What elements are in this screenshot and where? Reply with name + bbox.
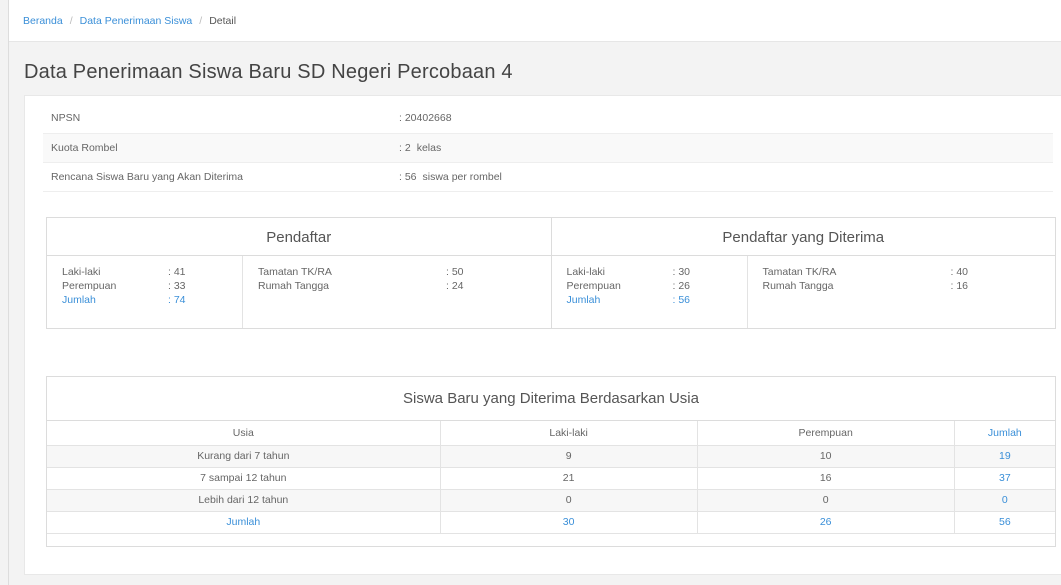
diterima-rumah-row: Rumah Tangga : 16 xyxy=(763,280,1056,294)
age-cell: 7 sampai 12 tahun xyxy=(47,467,441,490)
info-row-kuota: Kuota Rombel : 2 kelas xyxy=(43,133,1053,163)
pendaftar-tamatan-label: Tamatan TK/RA xyxy=(258,266,332,278)
kuota-value: : 2 xyxy=(399,141,411,154)
content-box: NPSN : 20402668 Kuota Rombel : 2 kelas Re… xyxy=(24,95,1061,575)
perempuan-cell: 0 xyxy=(697,489,955,512)
age-table: Usia Laki-laki Perempuan Jumlah Kurang d… xyxy=(47,421,1055,534)
pendaftar-gender-col: Laki-laki : 41 Perempuan : 33 Jumlah : 74 xyxy=(47,256,243,328)
age-cell: Lebih dari 12 tahun xyxy=(47,489,441,512)
diterima-tamatan-label: Tamatan TK/RA xyxy=(762,266,837,278)
pendaftar-perempuan-row: Perempuan : 33 xyxy=(62,280,242,294)
diterima-rumah-label: Rumah Tangga xyxy=(762,280,834,292)
jumlah-cell: 19 xyxy=(954,445,1055,468)
table-row: Kurang dari 7 tahun 9 10 19 xyxy=(47,445,1055,468)
page-frame: Beranda / Data Penerimaan Siswa / Detail Dat… xyxy=(8,0,1061,585)
header-perempuan: Perempuan xyxy=(697,421,955,446)
school-info-table: NPSN : 20402668 Kuota Rombel : 2 kelas Re… xyxy=(43,104,1053,192)
diterima-jumlah-row: Jumlah : 56 xyxy=(567,294,747,308)
pendaftar-section: Pendaftar Laki-laki : 41 Perempuan : 33 Ju… xyxy=(47,218,551,328)
pendaftar-origin-col: Tamatan TK/RA : 50 Rumah Tangga : 24 xyxy=(243,256,551,328)
total-label-cell: Jumlah xyxy=(47,511,441,534)
pendaftar-tamatan-row: Tamatan TK/RA : 50 xyxy=(258,266,551,280)
diterima-jumlah-label: Jumlah xyxy=(566,294,601,306)
diterima-tamatan-row: Tamatan TK/RA : 40 xyxy=(763,266,1056,280)
pendaftar-laki-row: Laki-laki : 41 xyxy=(62,266,242,280)
breadcrumb-separator: / xyxy=(199,15,203,27)
perempuan-cell: 16 xyxy=(697,467,955,490)
rencana-unit: siswa per rombel xyxy=(422,170,502,183)
kuota-label: Kuota Rombel xyxy=(43,133,399,163)
header-laki: Laki-laki xyxy=(440,421,698,446)
diterima-rumah-value: : 16 xyxy=(950,280,969,292)
pendaftar-rumah-row: Rumah Tangga : 24 xyxy=(258,280,551,294)
age-cell: Kurang dari 7 tahun xyxy=(47,445,441,468)
pendaftar-laki-value: : 41 xyxy=(168,266,186,278)
diterima-title: Pendaftar yang Diterima xyxy=(551,218,1055,256)
total-jumlah-cell: 56 xyxy=(954,511,1055,534)
rencana-value: : 56 xyxy=(399,170,417,183)
table-row-total: Jumlah 30 26 56 xyxy=(47,511,1055,534)
diterima-gender-col: Laki-laki : 30 Perempuan : 26 Jumlah : 56 xyxy=(552,256,748,328)
age-table-title: Siswa Baru yang Diterima Berdasarkan Usi… xyxy=(47,377,1055,421)
pendaftar-perempuan-value: : 33 xyxy=(168,280,186,292)
kuota-unit: kelas xyxy=(416,141,442,154)
info-row-npsn: NPSN : 20402668 xyxy=(43,104,1053,134)
diterima-laki-row: Laki-laki : 30 xyxy=(567,266,747,280)
age-table-header: Usia Laki-laki Perempuan Jumlah xyxy=(47,421,1055,446)
npsn-value: : 20402668 xyxy=(399,104,1053,134)
page-title: Data Penerimaan Siswa Baru SD Negeri Per… xyxy=(24,61,513,83)
table-row: 7 sampai 12 tahun 21 16 37 xyxy=(47,467,1055,490)
perempuan-cell: 10 xyxy=(697,445,955,468)
rencana-cell: : 56 siswa per rombel xyxy=(399,162,1053,192)
diterima-perempuan-row: Perempuan : 26 xyxy=(567,280,747,294)
pendaftar-rumah-value: : 24 xyxy=(446,280,464,292)
jumlah-cell: 0 xyxy=(954,489,1055,512)
laki-cell: 9 xyxy=(440,445,698,468)
pendaftar-rumah-label: Rumah Tangga xyxy=(258,280,330,292)
diterima-jumlah-value: : 56 xyxy=(672,294,691,306)
jumlah-cell: 37 xyxy=(954,467,1055,490)
diterima-section: Pendaftar yang Diterima Laki-laki : 30 Pe… xyxy=(550,218,1056,328)
breadcrumb-home-link[interactable]: Beranda xyxy=(23,15,63,27)
age-section: Siswa Baru yang Diterima Berdasarkan Usi… xyxy=(46,376,1056,547)
header-usia: Usia xyxy=(47,421,441,446)
pendaftar-laki-label: Laki-laki xyxy=(62,266,101,278)
diterima-tamatan-value: : 40 xyxy=(950,266,969,278)
pendaftar-jumlah-row: Jumlah : 74 xyxy=(62,294,242,308)
kuota-cell: : 2 kelas xyxy=(399,133,1053,163)
diterima-laki-label: Laki-laki xyxy=(566,266,606,278)
info-row-rencana: Rencana Siswa Baru yang Akan Diterima : … xyxy=(43,162,1053,192)
breadcrumb-section-link[interactable]: Data Penerimaan Siswa xyxy=(80,15,193,27)
total-perempuan-cell: 26 xyxy=(697,511,955,534)
diterima-laki-value: : 30 xyxy=(672,266,691,278)
laki-cell: 21 xyxy=(440,467,698,490)
pendaftar-jumlah-value: : 74 xyxy=(168,294,186,306)
npsn-label: NPSN xyxy=(43,104,399,134)
pendaftar-title: Pendaftar xyxy=(47,218,551,256)
pendaftar-jumlah-label: Jumlah xyxy=(62,294,96,306)
pendaftar-perempuan-label: Perempuan xyxy=(62,280,117,292)
rencana-label: Rencana Siswa Baru yang Akan Diterima xyxy=(43,162,399,192)
header-jumlah: Jumlah xyxy=(954,421,1055,446)
pendaftar-tamatan-value: : 50 xyxy=(446,266,464,278)
diterima-perempuan-label: Perempuan xyxy=(566,280,621,292)
laki-cell: 0 xyxy=(440,489,698,512)
table-row: Lebih dari 12 tahun 0 0 0 xyxy=(47,489,1055,512)
breadcrumb-current: Detail xyxy=(209,15,237,27)
breadcrumb-separator: / xyxy=(69,15,73,27)
total-laki-cell: 30 xyxy=(440,511,698,534)
applicants-panel: Pendaftar Laki-laki : 41 Perempuan : 33 Ju… xyxy=(46,217,1056,329)
diterima-origin-col: Tamatan TK/RA : 40 Rumah Tangga : 16 xyxy=(748,256,1056,328)
diterima-perempuan-value: : 26 xyxy=(672,280,691,292)
breadcrumb: Beranda / Data Penerimaan Siswa / Detail xyxy=(9,0,1061,42)
